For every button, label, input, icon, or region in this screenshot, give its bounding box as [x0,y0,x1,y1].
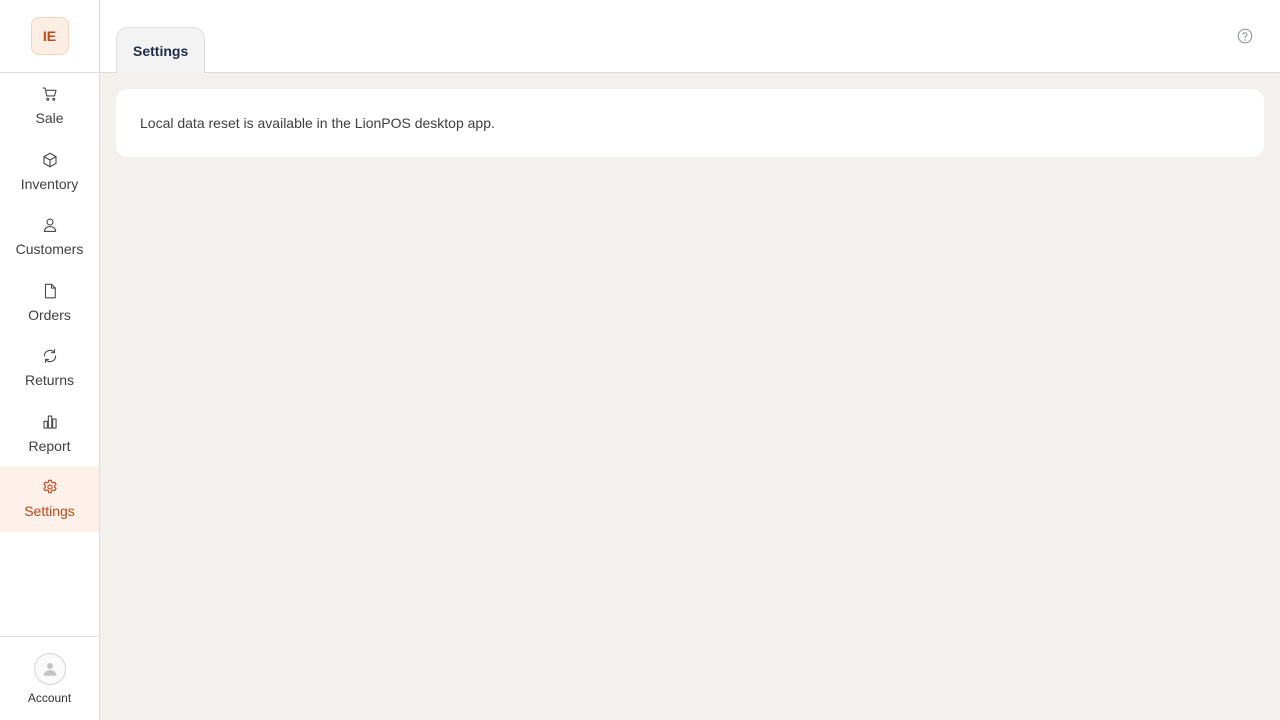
sidebar-item-label: Orders [28,306,71,323]
gear-icon [42,479,57,494]
bar-chart-icon [42,415,57,429]
sidebar-item-label: Settings [24,503,75,520]
app: IE Sale Inventory Customers Orders Retur… [0,0,1280,720]
sidebar-item-returns[interactable]: Returns [0,335,99,401]
info-card: Local data reset is available in the Lio… [116,89,1264,157]
help-icon [1237,28,1253,44]
sidebar-item-label: Inventory [20,175,79,192]
logo-area: IE [0,0,99,73]
sidebar-item-report[interactable]: Report [0,401,99,467]
help-button[interactable] [1236,27,1254,45]
logo[interactable]: IE [30,17,69,55]
sidebar-item-customers[interactable]: Customers [0,204,99,270]
cart-icon [42,87,57,102]
sidebar-item-label: Sale [35,110,64,127]
tab-settings[interactable]: Settings [116,27,206,73]
user-icon [43,218,56,233]
document-icon [44,283,56,299]
sidebar-item-sale[interactable]: Sale [0,73,99,139]
box-icon [42,152,57,168]
avatar-placeholder-icon [43,662,56,676]
sidebar-item-label: Customers [15,241,84,258]
account-label: Account [27,690,72,705]
sidebar-item-inventory[interactable]: Inventory [0,139,99,205]
refresh-icon [43,349,56,364]
sidebar-item-label: Report [28,437,71,454]
header: Settings [100,0,1280,73]
sidebar-nav: Sale Inventory Customers Orders Returns … [0,73,99,532]
sidebar-item-settings[interactable]: Settings [0,466,99,532]
sidebar: IE Sale Inventory Customers Orders Retur… [0,0,100,720]
sidebar-item-label: Returns [24,372,75,389]
avatar [33,652,66,685]
info-message: Local data reset is available in the Lio… [140,115,495,131]
sidebar-item-orders[interactable]: Orders [0,270,99,336]
account-button[interactable]: Account [0,636,99,720]
